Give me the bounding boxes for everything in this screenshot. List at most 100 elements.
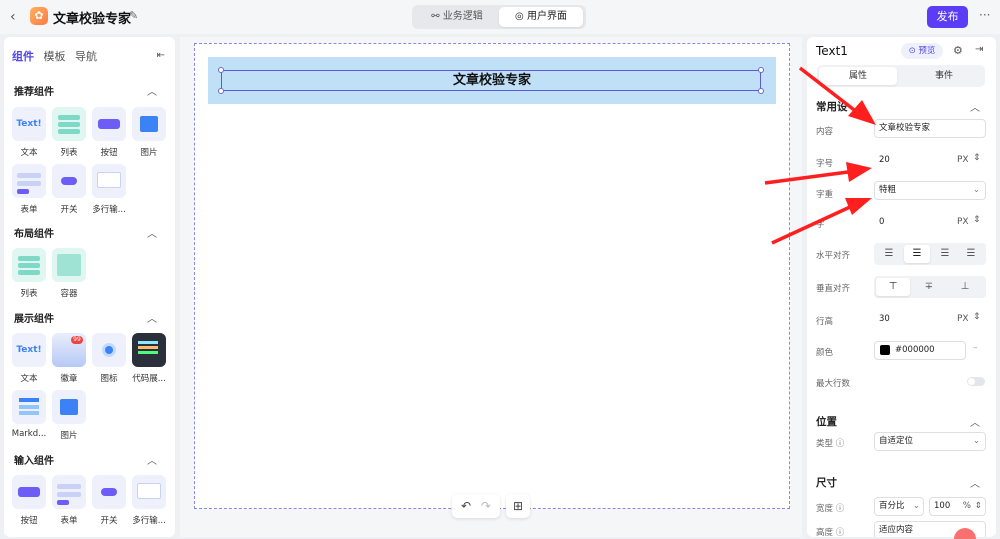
horizontal-align-group: ☰ ☰ ☰ ☰ bbox=[874, 243, 986, 265]
preview-icon: ⊙ bbox=[908, 46, 919, 56]
collapse-right-icon[interactable]: ⇥ bbox=[975, 44, 983, 55]
component-display-image[interactable]: 图片 bbox=[50, 390, 88, 441]
component-button[interactable]: 按钮 bbox=[90, 107, 128, 158]
component-input-button[interactable]: 按钮 bbox=[10, 475, 48, 526]
line-height-input[interactable]: 30 bbox=[874, 310, 952, 329]
preview-button[interactable]: ⊙ 预览 bbox=[901, 43, 943, 59]
width-mode-select[interactable]: 百分比 ⌄ bbox=[874, 497, 924, 516]
align-left-icon[interactable]: ☰ bbox=[876, 245, 902, 263]
unit-px: PX bbox=[957, 217, 969, 227]
component-list[interactable]: 列表 bbox=[50, 107, 88, 158]
color-swatch[interactable] bbox=[880, 345, 890, 355]
more-icon[interactable]: ··· bbox=[979, 8, 990, 22]
list-thumb-icon bbox=[52, 107, 86, 141]
clear-color-icon[interactable]: – bbox=[973, 343, 978, 353]
vertical-align-group: ⊤ ∓ ⊥ bbox=[874, 276, 986, 298]
width-value-input[interactable]: 100% ⇕ bbox=[929, 497, 986, 516]
section-display: 展示组件 bbox=[14, 314, 54, 325]
component-layout-list[interactable]: 列表 bbox=[10, 248, 48, 299]
component-markdown[interactable]: Markd... bbox=[10, 390, 48, 439]
component-switch[interactable]: 开关 bbox=[50, 164, 88, 215]
page-canvas[interactable]: 文章校验专家 bbox=[194, 43, 790, 509]
position-type-select[interactable]: 自适定位 ⌄ bbox=[874, 432, 986, 451]
label-letter-spacing: 字 bbox=[816, 220, 825, 230]
chevron-up-icon[interactable]: ︿ bbox=[147, 452, 157, 467]
component-image[interactable]: 图片 bbox=[130, 107, 168, 158]
flow-icon: ⚯ bbox=[431, 11, 443, 22]
label-font-weight: 字重 bbox=[816, 190, 834, 200]
stepper-icon[interactable]: ⇕ bbox=[973, 153, 981, 163]
switch-thumb-icon bbox=[52, 164, 86, 198]
canvas-text[interactable]: 文章校验专家 bbox=[222, 71, 762, 90]
chevron-up-icon[interactable]: ︿ bbox=[970, 475, 980, 490]
redo-icon[interactable]: ↷ bbox=[481, 499, 491, 513]
component-input-switch[interactable]: 开关 bbox=[90, 475, 128, 526]
tab-user-interface[interactable]: ◎ 用户界面 bbox=[499, 7, 583, 27]
undo-icon[interactable]: ↶ bbox=[461, 499, 471, 513]
edit-title-icon[interactable]: ✎ bbox=[129, 9, 138, 22]
form-thumb-icon bbox=[52, 475, 86, 509]
add-page-icon[interactable]: ⊞ bbox=[506, 494, 530, 518]
chevron-up-icon[interactable]: ︿ bbox=[970, 414, 980, 429]
tab-events[interactable]: 事件 bbox=[905, 67, 983, 85]
chevron-up-icon[interactable]: ︿ bbox=[970, 99, 980, 114]
component-code-display[interactable]: 代码展... bbox=[130, 333, 168, 384]
label-max-lines: 最大行数 bbox=[816, 379, 851, 389]
list-thumb-icon bbox=[12, 248, 46, 282]
align-middle-icon[interactable]: ∓ bbox=[912, 278, 946, 296]
content-input[interactable]: 文章校验专家 bbox=[874, 119, 986, 138]
resize-handle[interactable] bbox=[758, 67, 764, 73]
align-justify-icon[interactable]: ☰ bbox=[958, 245, 984, 263]
text-thumb-icon: Text! bbox=[12, 107, 46, 141]
align-center-icon[interactable]: ☰ bbox=[904, 245, 930, 263]
gear-icon[interactable]: ⚙ bbox=[953, 44, 963, 57]
selected-text-element[interactable]: 文章校验专家 bbox=[218, 67, 764, 94]
tab-properties[interactable]: 属性 bbox=[819, 67, 897, 85]
group-common-settings: 常用设 bbox=[816, 101, 848, 113]
tab-components[interactable]: 组件 bbox=[12, 48, 34, 64]
button-thumb-icon bbox=[92, 107, 126, 141]
back-chevron-icon[interactable]: ‹ bbox=[10, 9, 16, 25]
label-color: 颜色 bbox=[816, 348, 834, 358]
letter-spacing-input[interactable]: 0 bbox=[874, 213, 952, 232]
resize-handle[interactable] bbox=[218, 88, 224, 94]
stepper-icon[interactable]: ⇕ bbox=[973, 312, 981, 322]
label-font-size: 字号 bbox=[816, 159, 834, 169]
unit-px: PX bbox=[957, 155, 969, 165]
container-thumb-icon bbox=[52, 248, 86, 282]
undo-redo-group: ↶ ↷ bbox=[452, 494, 500, 518]
component-textarea[interactable]: 多行输... bbox=[90, 164, 128, 215]
align-bottom-icon[interactable]: ⊥ bbox=[948, 278, 982, 296]
chevron-up-icon[interactable]: ︿ bbox=[147, 225, 157, 240]
tab-navigation[interactable]: 导航 bbox=[75, 48, 97, 64]
component-icon[interactable]: 图标 bbox=[90, 333, 128, 384]
label-width: 宽度 ⓘ bbox=[816, 504, 845, 514]
app-logo-icon: ✿ bbox=[30, 7, 48, 25]
collapse-panel-icon[interactable]: ⇤ bbox=[157, 50, 165, 61]
stepper-icon[interactable]: ⇕ bbox=[973, 215, 981, 225]
textarea-thumb-icon bbox=[132, 475, 166, 509]
align-right-icon[interactable]: ☰ bbox=[932, 245, 958, 263]
image-thumb-icon bbox=[52, 390, 86, 424]
tab-business-logic[interactable]: ⚯ 业务逻辑 bbox=[415, 7, 499, 27]
component-input-form[interactable]: 表单 bbox=[50, 475, 88, 526]
section-recommended: 推荐组件 bbox=[14, 87, 54, 98]
chevron-up-icon[interactable]: ︿ bbox=[147, 310, 157, 325]
max-lines-toggle[interactable] bbox=[967, 377, 985, 386]
publish-button[interactable]: 发布 bbox=[927, 6, 968, 28]
component-text[interactable]: Text! 文本 bbox=[10, 107, 48, 158]
component-badge[interactable]: 99 徽章 bbox=[50, 333, 88, 384]
tab-templates[interactable]: 模板 bbox=[44, 48, 66, 64]
component-container[interactable]: 容器 bbox=[50, 248, 88, 299]
info-icon: ⓘ bbox=[835, 504, 845, 514]
font-weight-select[interactable]: 特粗 ⌄ bbox=[874, 181, 986, 200]
font-size-input[interactable]: 20 bbox=[874, 151, 952, 170]
resize-handle[interactable] bbox=[218, 67, 224, 73]
align-top-icon[interactable]: ⊤ bbox=[876, 278, 910, 296]
chevron-up-icon[interactable]: ︿ bbox=[147, 83, 157, 98]
component-form[interactable]: 表单 bbox=[10, 164, 48, 215]
component-input-textarea[interactable]: 多行输... bbox=[130, 475, 168, 526]
resize-handle[interactable] bbox=[758, 88, 764, 94]
component-display-text[interactable]: Text! 文本 bbox=[10, 333, 48, 384]
text-block[interactable]: 文章校验专家 bbox=[208, 57, 776, 104]
